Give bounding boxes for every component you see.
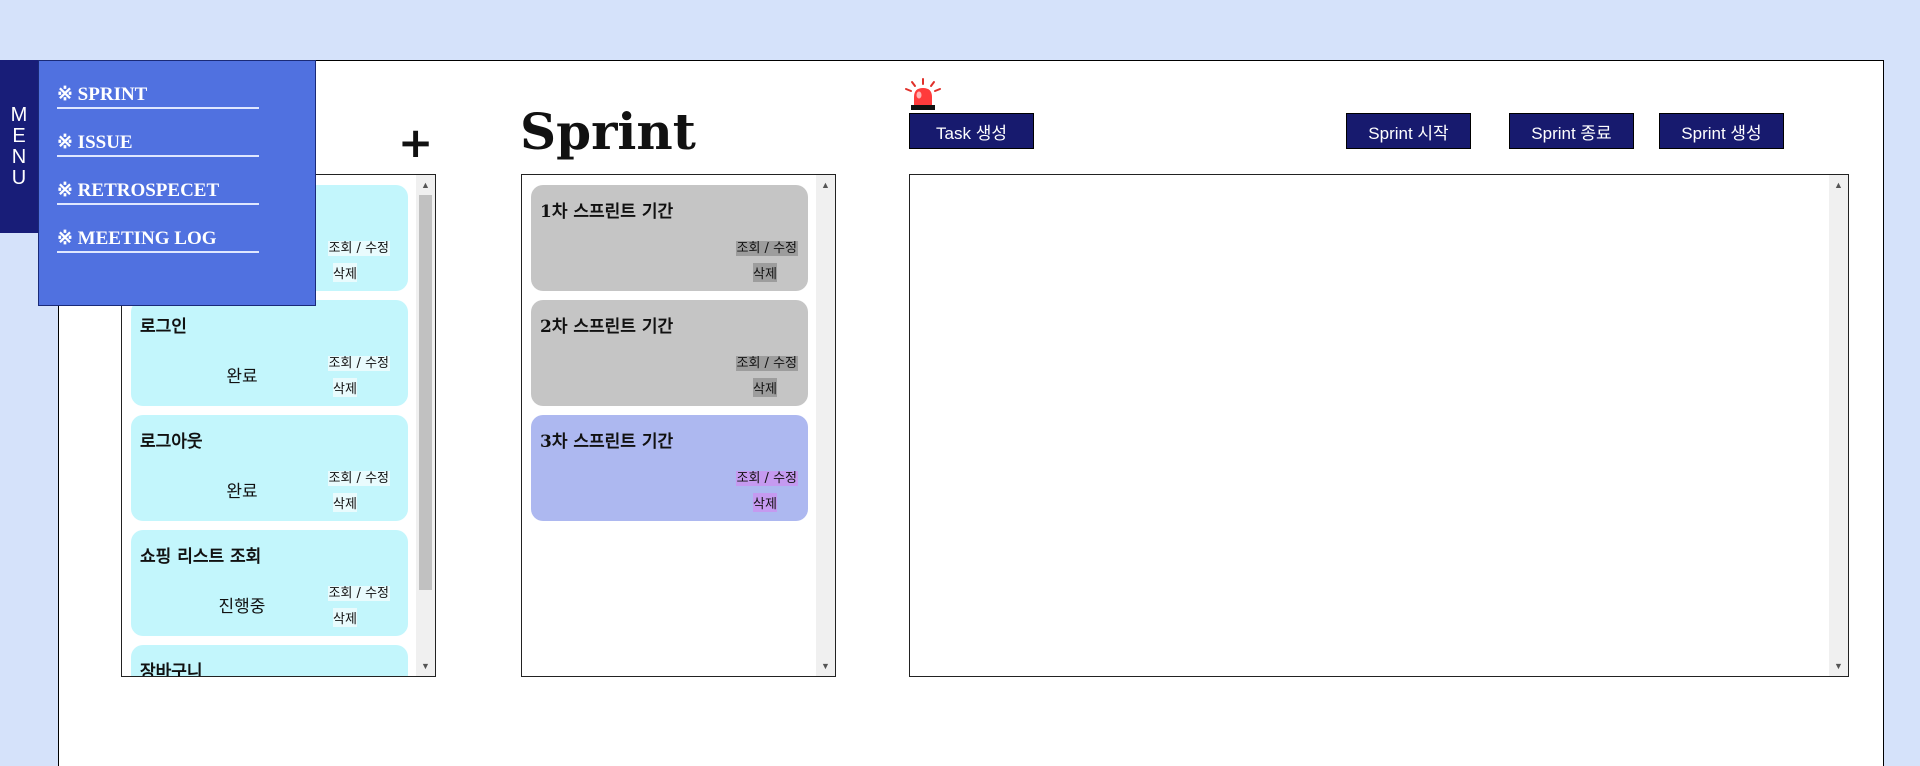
view-edit-link[interactable]: 조회 / 수정 — [735, 241, 798, 256]
siren-icon — [905, 78, 941, 110]
delete-link[interactable]: 삭제 — [753, 263, 777, 282]
menu-tab-letter: U — [11, 166, 27, 189]
scroll-up-arrow-icon[interactable]: ▲ — [816, 177, 835, 193]
menu-item-retrospect[interactable]: ※ RETROSPECET — [57, 179, 259, 205]
menu-tab-letter: M — [10, 103, 28, 126]
menu-item-sprint[interactable]: ※ SPRINT — [57, 83, 259, 109]
sprint-title: 2차 스프린트 기간 — [540, 317, 674, 337]
view-edit-link[interactable]: 조회 / 수정 — [735, 356, 798, 371]
sprint-title: 1차 스프린트 기간 — [540, 202, 674, 222]
scroll-down-arrow-icon[interactable]: ▼ — [416, 658, 435, 674]
sprint-create-button[interactable]: Sprint 생성 — [1659, 113, 1784, 149]
task-title: 쇼핑 리스트 조회 — [140, 547, 262, 567]
task-actions: 조회 / 수정 — [327, 582, 390, 601]
view-edit-link[interactable]: 조회 / 수정 — [327, 241, 390, 256]
delete-link[interactable]: 삭제 — [333, 263, 357, 282]
add-task-button[interactable]: + — [398, 118, 433, 168]
menu-panel: ※ SPRINT ※ ISSUE ※ RETROSPECET ※ MEETING… — [38, 60, 316, 306]
task-create-button[interactable]: Task 생성 — [909, 113, 1034, 149]
delete-link[interactable]: 삭제 — [333, 608, 357, 627]
delete-link[interactable]: 삭제 — [753, 493, 777, 512]
menu-tab-letter: N — [11, 145, 27, 168]
view-edit-link[interactable]: 조회 / 수정 — [327, 471, 390, 486]
sprint-card[interactable]: 2차 스프린트 기간 조회 / 수정 삭제 — [531, 300, 808, 406]
sprint-list-panel[interactable]: 1차 스프린트 기간 조회 / 수정 삭제 2차 스프린트 기간 조회 / 수정… — [521, 174, 836, 677]
sprint-actions: 조회 / 수정 — [735, 467, 798, 486]
task-actions: 조회 / 수정 — [327, 467, 390, 486]
scroll-up-arrow-icon[interactable]: ▲ — [1829, 177, 1848, 193]
scroll-thumb[interactable] — [419, 195, 432, 590]
sprint-list-scrollbar[interactable]: ▲ ▼ — [816, 175, 835, 676]
delete-link[interactable]: 삭제 — [333, 378, 357, 397]
menu-item-meeting-log[interactable]: ※ MEETING LOG — [57, 227, 259, 253]
menu-toggle-tab[interactable]: M E N U — [0, 60, 38, 233]
task-card[interactable]: 장바구니 — [131, 645, 408, 677]
sprint-end-button[interactable]: Sprint 종료 — [1509, 113, 1634, 149]
sprint-card-active[interactable]: 3차 스프린트 기간 조회 / 수정 삭제 — [531, 415, 808, 521]
menu-tab-letter: E — [12, 124, 26, 147]
task-title: 장바구니 — [140, 662, 203, 677]
task-actions: 조회 / 수정 — [327, 352, 390, 371]
delete-link[interactable]: 삭제 — [333, 493, 357, 512]
menu-item-issue[interactable]: ※ ISSUE — [57, 131, 259, 157]
page-title: Sprint — [520, 102, 696, 161]
delete-link[interactable]: 삭제 — [753, 378, 777, 397]
task-status: 진행중 — [218, 597, 266, 617]
scroll-up-arrow-icon[interactable]: ▲ — [416, 177, 435, 193]
sprint-actions: 조회 / 수정 — [735, 237, 798, 256]
sprint-actions: 조회 / 수정 — [735, 352, 798, 371]
task-title: 로그인 — [140, 317, 187, 337]
task-list-scrollbar[interactable]: ▲ ▼ — [416, 175, 435, 676]
detail-scrollbar[interactable]: ▲ ▼ — [1829, 175, 1848, 676]
sprint-start-button[interactable]: Sprint 시작 — [1346, 113, 1471, 149]
sprint-card[interactable]: 1차 스프린트 기간 조회 / 수정 삭제 — [531, 185, 808, 291]
task-actions: 조회 / 수정 — [327, 237, 390, 256]
task-status: 완료 — [226, 367, 258, 387]
scroll-down-arrow-icon[interactable]: ▼ — [1829, 658, 1848, 674]
scroll-down-arrow-icon[interactable]: ▼ — [816, 658, 835, 674]
view-edit-link[interactable]: 조회 / 수정 — [327, 586, 390, 601]
task-card[interactable]: 쇼핑 리스트 조회 진행중 조회 / 수정 삭제 — [131, 530, 408, 636]
view-edit-link[interactable]: 조회 / 수정 — [327, 356, 390, 371]
sprint-title: 3차 스프린트 기간 — [540, 432, 674, 452]
task-card[interactable]: 로그아웃 완료 조회 / 수정 삭제 — [131, 415, 408, 521]
task-status: 완료 — [226, 482, 258, 502]
view-edit-link[interactable]: 조회 / 수정 — [735, 471, 798, 486]
detail-panel[interactable]: ▲ ▼ — [909, 174, 1849, 677]
task-title: 로그아웃 — [140, 432, 203, 452]
task-card[interactable]: 로그인 완료 조회 / 수정 삭제 — [131, 300, 408, 406]
